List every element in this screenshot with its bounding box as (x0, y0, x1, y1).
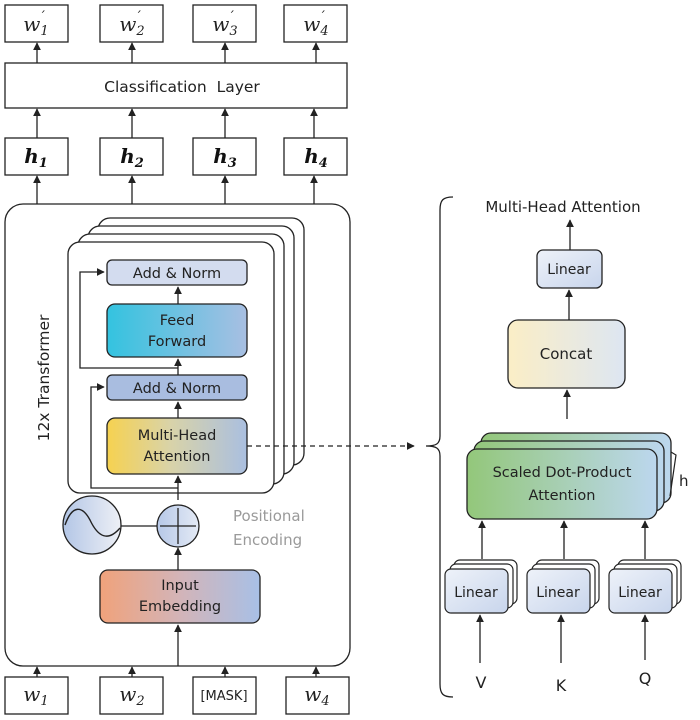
svg-text:Add & Norm: Add & Norm (133, 381, 221, 397)
svg-text:Concat: Concat (540, 345, 593, 363)
output-linear-block: Linear (536, 249, 603, 289)
positional-encoding-sine-icon (62, 495, 122, 555)
svg-text:Multi-Head: Multi-Head (138, 428, 217, 444)
hidden-state-1: h1 (4, 137, 69, 176)
hidden-state-3: h3 (192, 137, 257, 176)
output-token-1: w1′ (4, 4, 69, 43)
output-token-4: w4′ (283, 4, 348, 43)
feed-forward-block: Feed Forward (106, 303, 248, 358)
add-plus-icon (156, 504, 200, 548)
transformer-repeat-label: 12x Transformer (35, 314, 53, 441)
arrows-inputs-to-transformer (33, 666, 320, 677)
linear-q-label: Linear (618, 585, 662, 601)
svg-text:Classification Layer: Classification Layer (104, 78, 260, 96)
input-embedding-block: Input Embedding (99, 569, 261, 624)
bert-architecture-diagram: w1′ w2′ w3′ w4′ Classification Layer h1 … (4, 4, 689, 715)
input-token-1: w1 (4, 676, 69, 715)
svg-text:Add & Norm: Add & Norm (133, 266, 221, 282)
scaled-dot-product-attention-block: Scaled Dot-Product Attention (466, 448, 658, 520)
detail-brace (425, 196, 454, 698)
mha-detail-title: Multi-Head Attention (485, 198, 640, 216)
arrows-hidden-to-classification (33, 108, 318, 138)
add-norm-top-block: Add & Norm (106, 259, 248, 286)
svg-text:Embedding: Embedding (139, 599, 221, 615)
svg-text:Linear: Linear (547, 262, 591, 278)
svg-text:Input: Input (161, 578, 199, 594)
svg-text:[MASK]: [MASK] (200, 689, 247, 704)
svg-text:Forward: Forward (148, 334, 206, 350)
svg-text:Feed: Feed (160, 313, 195, 329)
hidden-state-2: h2 (99, 137, 164, 176)
arrows-transformer-to-hidden (33, 175, 318, 204)
input-token-mask: [MASK] (192, 676, 257, 715)
arrows-linear-to-sdpa (478, 520, 649, 559)
multi-head-attention-block: Multi-Head Attention (106, 417, 248, 475)
value-input-label: V (476, 673, 487, 692)
arrows-qkv-to-linear (476, 614, 649, 663)
input-token-4: w4 (285, 676, 350, 715)
output-token-3: w3′ (192, 4, 257, 43)
svg-text:Attention: Attention (529, 488, 596, 504)
classification-layer: Classification Layer (4, 62, 348, 109)
svg-text:Encoding: Encoding (233, 531, 302, 549)
heads-count-label: h (679, 472, 689, 490)
input-token-2: w2 (99, 676, 164, 715)
arrows-classification-to-outputs (33, 42, 320, 63)
hidden-state-4: h4 (283, 137, 348, 176)
concat-block: Concat (507, 319, 626, 389)
linear-v-label: Linear (454, 585, 498, 601)
linear-k-label: Linear (536, 585, 580, 601)
output-token-2: w2′ (99, 4, 164, 43)
svg-text:Positional: Positional (233, 507, 305, 525)
svg-text:Scaled Dot-Product: Scaled Dot-Product (493, 465, 632, 481)
key-input-label: K (556, 676, 567, 695)
query-input-label: Q (639, 669, 652, 688)
svg-text:Attention: Attention (144, 449, 211, 465)
add-norm-bottom-block: Add & Norm (106, 374, 248, 401)
